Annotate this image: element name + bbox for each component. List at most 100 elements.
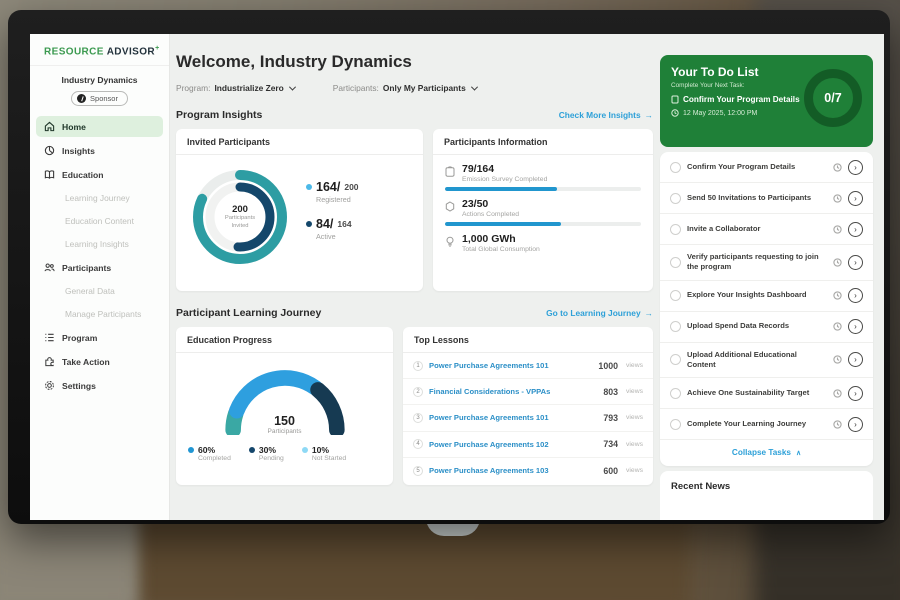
task-label: Achieve One Sustainability Target	[687, 388, 827, 398]
lesson-rank: 1	[413, 361, 423, 371]
task-open-button[interactable]: ›	[848, 160, 863, 175]
task-label: Verify participants requesting to join t…	[687, 252, 827, 273]
task-label: Explore Your Insights Dashboard	[687, 290, 827, 300]
sidebar-item-manage-participants[interactable]: Manage Participants	[36, 304, 163, 324]
insights-icon	[44, 145, 55, 156]
task-label: Upload Additional Educational Content	[687, 350, 827, 371]
sidebar-item-learning-insights[interactable]: Learning Insights	[36, 234, 163, 254]
task-label: Upload Spend Data Records	[687, 321, 827, 331]
gauge-center-value: 150	[219, 414, 351, 428]
clock-icon	[671, 109, 679, 117]
sidebar-item-label: Program	[62, 333, 97, 343]
lesson-views: 1000	[598, 361, 618, 371]
program-filter-label: Program:	[176, 83, 210, 93]
lesson-row: 4 Power Purchase Agreements 102 734views	[403, 432, 653, 458]
sidebar-item-general-data[interactable]: General Data	[36, 281, 163, 301]
learning-journey-cards: Education Progress 150 Participants 60%	[176, 327, 653, 485]
lesson-link[interactable]: Power Purchase Agreements 102	[429, 440, 597, 449]
sidebar-item-participants[interactable]: Participants	[36, 257, 163, 278]
app-logo: RESOURCE ADVISOR+	[30, 34, 169, 66]
task-checkbox[interactable]	[670, 193, 681, 204]
sidebar-item-education-content[interactable]: Education Content	[36, 211, 163, 231]
stat-emission-survey: 79/164 Emission Survey Completed	[445, 163, 641, 183]
main-content: Welcome, Industry Dynamics Program:Indus…	[176, 34, 653, 520]
task-open-button[interactable]: ›	[848, 386, 863, 401]
lesson-views: 600	[603, 466, 618, 476]
task-row: Upload Spend Data Records ›	[660, 312, 873, 343]
pending-dot-icon	[249, 447, 255, 453]
lesson-row: 5 Power Purchase Agreements 103 600views	[403, 458, 653, 484]
program-filter[interactable]: Program:Industrialize Zero	[176, 83, 295, 93]
sidebar-program-name: Industry Dynamics	[30, 75, 169, 85]
home-icon	[44, 121, 55, 132]
clock-icon	[833, 291, 842, 300]
lesson-row: 3 Power Purchase Agreements 101 793views	[403, 405, 653, 431]
sidebar-item-education[interactable]: Education	[36, 164, 163, 185]
task-open-button[interactable]: ›	[848, 319, 863, 334]
task-open-button[interactable]: ›	[848, 288, 863, 303]
task-label: Invite a Collaborator	[687, 224, 827, 234]
task-checkbox[interactable]	[670, 224, 681, 235]
legend-label: Completed	[198, 455, 231, 462]
legend-item-pending: 30% Pending	[249, 445, 284, 462]
task-open-button[interactable]: ›	[848, 352, 863, 367]
task-checkbox[interactable]	[670, 419, 681, 430]
participants-filter[interactable]: Participants:Only My Participants	[333, 83, 477, 93]
desk-surface	[130, 512, 690, 600]
stat-label: Emission Survey Completed	[462, 176, 547, 183]
task-open-button[interactable]: ›	[848, 255, 863, 270]
collapse-tasks-link[interactable]: Collapse Tasks	[660, 440, 873, 466]
education-icon	[44, 169, 55, 180]
task-row: Invite a Collaborator ›	[660, 214, 873, 245]
clock-icon	[833, 258, 842, 267]
task-checkbox[interactable]	[670, 388, 681, 399]
clock-icon	[833, 163, 842, 172]
card-title: Participants Information	[433, 129, 653, 155]
task-checkbox[interactable]	[670, 257, 681, 268]
task-open-button[interactable]: ›	[848, 191, 863, 206]
lesson-rank: 2	[413, 387, 423, 397]
task-row: Achieve One Sustainability Target ›	[660, 378, 873, 409]
chevron-down-icon	[289, 84, 296, 91]
logo-text-secondary: ADVISOR	[107, 46, 155, 57]
legend-value: 84/	[316, 217, 333, 231]
check-more-insights-link[interactable]: Check More Insights	[559, 110, 653, 120]
sidebar-item-settings[interactable]: Settings	[36, 375, 163, 396]
progress-fill	[445, 222, 561, 226]
go-to-learning-journey-link[interactable]: Go to Learning Journey	[546, 308, 653, 318]
task-checkbox[interactable]	[670, 321, 681, 332]
lesson-link[interactable]: Power Purchase Agreements 101	[429, 413, 597, 422]
recent-news-panel: Recent News	[660, 471, 873, 520]
task-checkbox[interactable]	[670, 162, 681, 173]
sidebar-item-label: General Data	[65, 286, 115, 296]
legend-item-not-started: 10% Not Started	[302, 445, 346, 462]
lesson-link[interactable]: Financial Considerations - VPPAs	[429, 387, 597, 396]
sidebar-item-insights[interactable]: Insights	[36, 140, 163, 161]
section-title: Participant Learning Journey	[176, 307, 321, 319]
lesson-link[interactable]: Power Purchase Agreements 101	[429, 361, 592, 370]
task-open-button[interactable]: ›	[848, 222, 863, 237]
legend-item-completed: 60% Completed	[188, 445, 231, 462]
gauge-legend: 60% Completed 30% Pending 10% Not Starte…	[176, 435, 393, 462]
learning-journey-header: Participant Learning Journey Go to Learn…	[176, 307, 653, 319]
task-open-button[interactable]: ›	[848, 417, 863, 432]
sidebar-item-learning-journey[interactable]: Learning Journey	[36, 188, 163, 208]
stat-value: 79/164	[462, 163, 547, 175]
task-checkbox[interactable]	[670, 354, 681, 365]
page-title: Welcome, Industry Dynamics	[176, 52, 653, 72]
sidebar-item-program[interactable]: Program	[36, 327, 163, 348]
legend-pct: 60%	[198, 445, 215, 455]
task-label: Send 50 Invitations to Participants	[687, 193, 827, 203]
lesson-rank: 5	[413, 466, 423, 476]
clock-icon	[833, 355, 842, 364]
desk-surface-light	[0, 512, 138, 600]
clock-icon	[833, 225, 842, 234]
todo-progress-label: 0/7	[824, 91, 841, 105]
legend-label: Active	[316, 232, 359, 241]
lesson-link[interactable]: Power Purchase Agreements 103	[429, 466, 597, 475]
sidebar-item-home[interactable]: Home	[36, 116, 163, 137]
invited-participants-card: Invited Participants 200 Participants In…	[176, 129, 423, 291]
task-checkbox[interactable]	[670, 290, 681, 301]
sidebar-item-take-action[interactable]: Take Action	[36, 351, 163, 372]
sidebar-item-label: Education Content	[65, 216, 134, 226]
